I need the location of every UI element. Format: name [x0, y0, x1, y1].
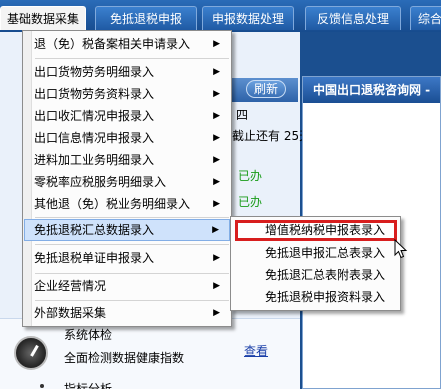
submenu-arrow-icon: ▶	[212, 225, 219, 235]
menu-item-export-goods-detail[interactable]: 出口货物劳务明细录入 ▶	[24, 61, 230, 83]
menu-item-summary-data[interactable]: 免抵退税汇总数据录入 ▶	[24, 219, 230, 241]
menu-separator	[35, 273, 229, 274]
bullet-icon	[40, 384, 44, 388]
status-done-2: 已办	[238, 195, 263, 209]
tab-basic-data[interactable]: 基础数据采集	[0, 6, 86, 30]
menu-item-voucher-declaration[interactable]: 免抵退税单证申报录入 ▶	[24, 247, 230, 269]
basic-data-dropdown-menu: 退（免）税备案相关申请录入 ▶ 出口货物劳务明细录入 ▶ 出口货物劳务资料录入 ▶ 出…	[22, 30, 232, 327]
menu-separator	[35, 300, 229, 301]
menu-item-label: 免抵退税汇总数据录入	[34, 223, 155, 237]
menu-item-processing-trade[interactable]: 进料加工业务明细录入 ▶	[24, 149, 230, 171]
menu-item-filing-application[interactable]: 退（免）税备案相关申请录入 ▶	[24, 33, 230, 55]
status-done-1: 已办	[238, 169, 263, 183]
menu-separator	[35, 244, 229, 245]
system-check-title: 系统体检	[64, 328, 113, 342]
menu-item-external-data[interactable]: 外部数据采集 ▶	[24, 302, 230, 324]
submenu-arrow-icon: ▶	[213, 133, 220, 143]
tab-feedback-processing[interactable]: 反馈信息处理	[305, 6, 401, 30]
menu-separator	[35, 58, 229, 59]
top-menu-bar: 基础数据采集 免抵退税申报 申报数据处理 反馈信息处理 综合	[0, 0, 441, 32]
submenu-arrow-icon: ▶	[213, 177, 220, 187]
submenu-item-vat-return[interactable]: 增值税纳税申报表录入	[235, 220, 397, 241]
gauge-icon	[14, 336, 48, 370]
weekday-text: 四	[236, 108, 249, 122]
submenu-item-summary-schedule[interactable]: 免抵退汇总表附表录入	[235, 265, 397, 286]
submenu-arrow-icon: ▶	[213, 199, 220, 209]
menu-item-label: 其他退（免）税业务明细录入	[34, 197, 191, 211]
submenu-arrow-icon: ▶	[213, 281, 220, 291]
submenu-item-declaration-summary[interactable]: 免抵退申报汇总表录入	[235, 243, 397, 264]
submenu-arrow-icon: ▶	[213, 308, 220, 318]
menu-item-label: 零税率应税服务明细录入	[34, 175, 167, 189]
menu-item-label: 外部数据采集	[34, 306, 107, 320]
refresh-button[interactable]: 刷新	[246, 80, 286, 98]
menu-item-zero-rate-service[interactable]: 零税率应税服务明细录入 ▶	[24, 171, 230, 193]
tab-declaration-processing[interactable]: 申报数据处理	[202, 6, 294, 30]
deadline-text: 截止还有 25天	[232, 129, 312, 143]
menu-item-export-info[interactable]: 出口信息情况申报录入 ▶	[24, 127, 230, 149]
menu-item-label: 退（免）税备案相关申请录入	[34, 37, 191, 51]
news-panel-title[interactable]: 中国出口退税咨询网 -	[303, 77, 440, 103]
menu-item-label: 免抵退税单证申报录入	[34, 251, 155, 265]
mouse-cursor-icon	[394, 239, 408, 259]
menu-item-label: 进料加工业务明细录入	[34, 153, 155, 167]
submenu-arrow-icon: ▶	[213, 111, 220, 121]
submenu-arrow-icon: ▶	[213, 89, 220, 99]
menu-item-label: 出口货物劳务明细录入	[34, 65, 155, 79]
menu-item-label: 出口货物劳务资料录入	[34, 87, 155, 101]
submenu-arrow-icon: ▶	[213, 39, 220, 49]
submenu-item-declaration-materials[interactable]: 免抵退税申报资料录入	[235, 287, 397, 308]
submenu-arrow-icon: ▶	[213, 155, 220, 165]
menu-item-other-business[interactable]: 其他退（免）税业务明细录入 ▶	[24, 193, 230, 215]
view-link[interactable]: 查看	[244, 342, 268, 359]
menu-item-export-collection[interactable]: 出口收汇情况申报录入 ▶	[24, 105, 230, 127]
tab-comprehensive[interactable]: 综合	[410, 6, 441, 30]
menu-item-business-status[interactable]: 企业经营情况 ▶	[24, 275, 230, 297]
summary-data-submenu: 增值税纳税申报表录入 免抵退申报汇总表录入 免抵退汇总表附表录入 免抵退税申报资…	[230, 216, 401, 311]
indicator-analysis-title: 指标分析	[64, 382, 113, 389]
menu-item-label: 企业经营情况	[34, 279, 107, 293]
tab-exemption-declaration[interactable]: 免抵退税申报	[95, 6, 197, 30]
menu-item-label: 出口收汇情况申报录入	[34, 109, 155, 123]
submenu-arrow-icon: ▶	[213, 67, 220, 77]
menu-separator	[35, 217, 229, 218]
menu-item-label: 出口信息情况申报录入	[34, 131, 155, 145]
submenu-arrow-icon: ▶	[213, 253, 220, 263]
menu-item-export-goods-info[interactable]: 出口货物劳务资料录入 ▶	[24, 83, 230, 105]
system-check-description: 全面检测数据健康指数	[64, 351, 185, 365]
